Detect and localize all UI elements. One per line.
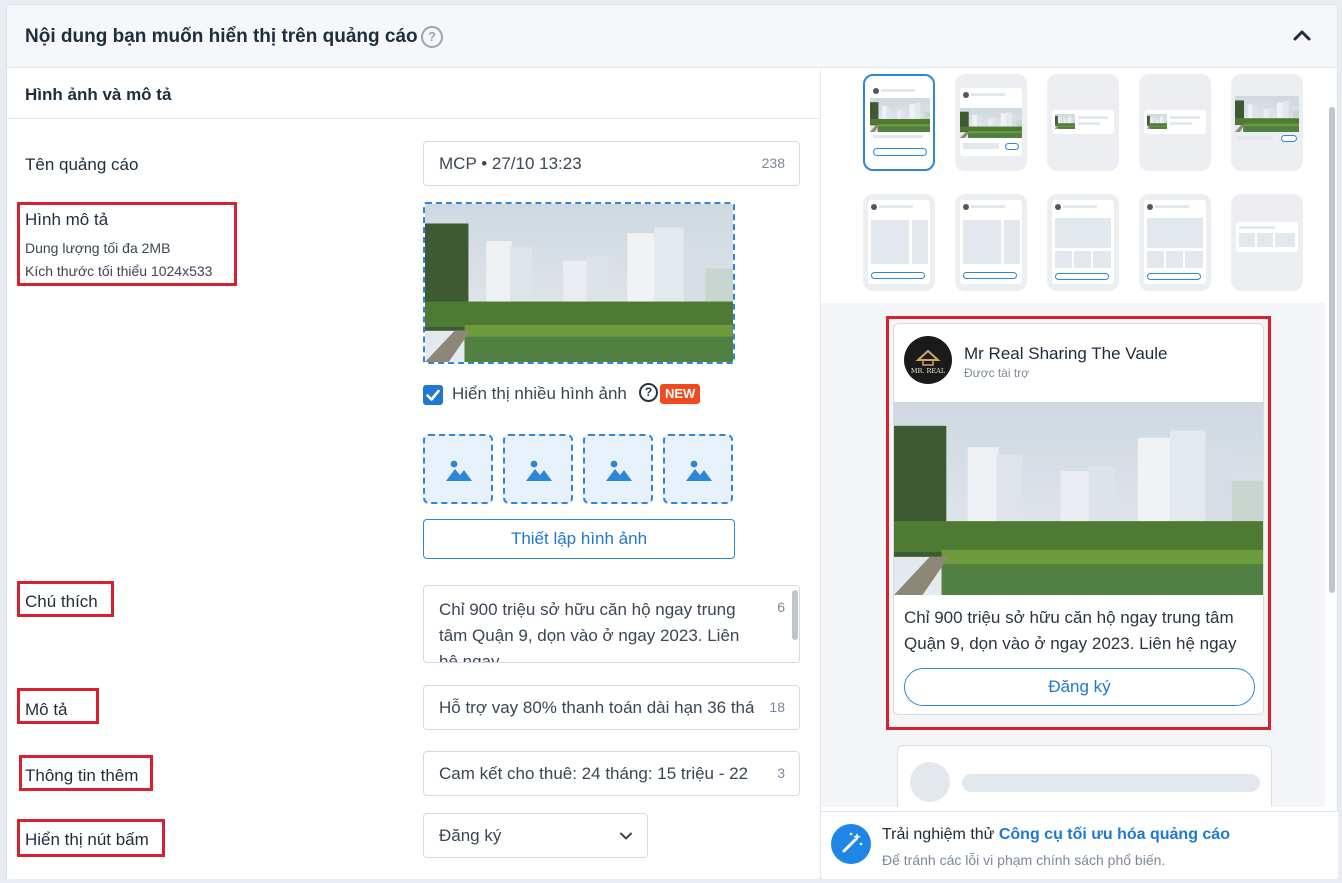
caption-textarea[interactable]: Chỉ 900 triệu sở hữu căn hộ ngay trung t… bbox=[423, 585, 800, 663]
button-type-value: Đăng ký bbox=[439, 826, 502, 845]
template-option-3[interactable] bbox=[1047, 74, 1119, 171]
description-label: Mô tả bbox=[25, 700, 68, 719]
multi-image-label: Hiển thị nhiều hình ảnh bbox=[452, 384, 627, 403]
image-icon bbox=[525, 458, 553, 482]
main-image-preview bbox=[425, 204, 733, 362]
magic-wand-icon bbox=[831, 824, 871, 864]
ad-name-label: Tên quảng cáo bbox=[25, 155, 139, 174]
optimizer-text: Trải nghiệm thử Công cụ tối ưu hóa quảng… bbox=[882, 826, 1230, 844]
template-option-8[interactable] bbox=[1047, 194, 1119, 291]
setup-images-button[interactable]: Thiết lập hình ảnh bbox=[423, 519, 735, 559]
image-icon bbox=[685, 458, 713, 482]
page-avatar: MR. REAL bbox=[904, 336, 952, 384]
skeleton-card bbox=[897, 745, 1272, 807]
template-option-5[interactable] bbox=[1231, 74, 1303, 171]
ad-name-input[interactable]: MCP • 27/10 13:23 238 bbox=[423, 141, 800, 186]
template-option-10[interactable] bbox=[1231, 194, 1303, 291]
check-icon bbox=[426, 389, 440, 401]
skeleton-avatar bbox=[910, 762, 950, 802]
image-slot-1[interactable] bbox=[423, 434, 493, 504]
form-column: Hình ảnh và mô tả Tên quảng cáo MCP • 27… bbox=[7, 69, 819, 879]
multi-image-checkbox[interactable] bbox=[423, 385, 443, 405]
description-input[interactable]: Hỗ trợ vay 80% thanh toán dài hạn 36 thá… bbox=[423, 685, 800, 730]
optimizer-lead: Trải nghiệm thử bbox=[882, 826, 995, 843]
page-name: Mr Real Sharing The Vaule bbox=[964, 344, 1168, 363]
logo-text: MR. REAL bbox=[911, 367, 946, 375]
template-option-9[interactable] bbox=[1139, 194, 1211, 291]
cta-button[interactable]: Đăng ký bbox=[904, 668, 1255, 706]
template-option-6[interactable] bbox=[863, 194, 935, 291]
main-image-upload[interactable] bbox=[423, 202, 735, 364]
template-picker bbox=[821, 69, 1325, 303]
ad-preview-card: MR. REAL Mr Real Sharing The Vaule Được … bbox=[893, 323, 1264, 715]
more-info-value: Cam kết cho thuê: 24 tháng: 15 triệu - 2… bbox=[439, 764, 749, 783]
caption-scrollbar[interactable] bbox=[792, 590, 798, 640]
image-size-hint: Dung lượng tối đa 2MB bbox=[25, 240, 171, 256]
caption-counter: 6 bbox=[777, 599, 785, 615]
optimizer-link[interactable]: Công cụ tối ưu hóa quảng cáo bbox=[999, 826, 1230, 843]
image-label: Hình mô tả bbox=[25, 210, 109, 229]
template-option-7[interactable] bbox=[955, 194, 1027, 291]
template-option-2[interactable] bbox=[955, 74, 1027, 171]
template-option-4[interactable] bbox=[1139, 74, 1211, 171]
chevron-down-icon bbox=[620, 832, 632, 840]
preview-scrollbar[interactable] bbox=[1329, 107, 1335, 593]
ad-preview-text: Chỉ 900 triệu sở hữu căn hộ ngay trung t… bbox=[904, 608, 1237, 653]
ad-preview-area: MR. REAL Mr Real Sharing The Vaule Được … bbox=[821, 303, 1325, 807]
description-value: Hỗ trợ vay 80% thanh toán dài hạn 36 thá… bbox=[439, 698, 754, 717]
description-counter: 18 bbox=[769, 699, 785, 715]
ad-preview-image bbox=[894, 402, 1264, 595]
sponsored-label: Được tài trợ bbox=[964, 366, 1030, 380]
image-slot-2[interactable] bbox=[503, 434, 573, 504]
image-slot-4[interactable] bbox=[663, 434, 733, 504]
logo-icon: MR. REAL bbox=[911, 349, 946, 375]
button-label: Hiển thị nút bấm bbox=[25, 830, 149, 849]
preview-column: MR. REAL Mr Real Sharing The Vaule Được … bbox=[820, 69, 1338, 879]
optimizer-subtext: Để tránh các lỗi vi phạm chính sách phổ … bbox=[882, 852, 1166, 868]
chevron-up-icon[interactable] bbox=[1291, 25, 1313, 47]
ad-name-counter: 238 bbox=[761, 155, 785, 171]
panel-title: Nội dung bạn muốn hiển thị trên quảng cá… bbox=[25, 26, 418, 47]
optimizer-banner: Trải nghiệm thử Công cụ tối ưu hóa quảng… bbox=[821, 811, 1338, 879]
section-title: Hình ảnh và mô tả bbox=[25, 85, 172, 104]
question-circle-icon[interactable]: ? bbox=[421, 26, 443, 48]
skeleton-line bbox=[962, 774, 1260, 792]
panel-header[interactable]: Nội dung bạn muốn hiển thị trên quảng cá… bbox=[7, 5, 1337, 68]
image-icon bbox=[445, 458, 473, 482]
image-icon bbox=[605, 458, 633, 482]
caption-label: Chú thích bbox=[25, 592, 98, 611]
button-type-select[interactable]: Đăng ký bbox=[423, 813, 648, 858]
new-badge: NEW bbox=[660, 384, 701, 404]
section-divider bbox=[7, 118, 819, 119]
more-info-label: Thông tin thêm bbox=[25, 766, 139, 785]
more-info-input[interactable]: Cam kết cho thuê: 24 tháng: 15 triệu - 2… bbox=[423, 751, 800, 796]
image-slot-3[interactable] bbox=[583, 434, 653, 504]
ad-content-panel: Nội dung bạn muốn hiển thị trên quảng cá… bbox=[6, 4, 1338, 879]
caption-value: Chỉ 900 triệu sở hữu căn hộ ngay trung t… bbox=[439, 600, 740, 663]
template-option-1[interactable] bbox=[863, 74, 935, 171]
ad-name-value: MCP • 27/10 13:23 bbox=[439, 154, 582, 173]
multi-image-help-icon[interactable]: ? bbox=[639, 383, 658, 402]
image-dimension-hint: Kích thước tối thiểu 1024x533 bbox=[25, 263, 213, 279]
more-info-counter: 3 bbox=[777, 765, 785, 781]
